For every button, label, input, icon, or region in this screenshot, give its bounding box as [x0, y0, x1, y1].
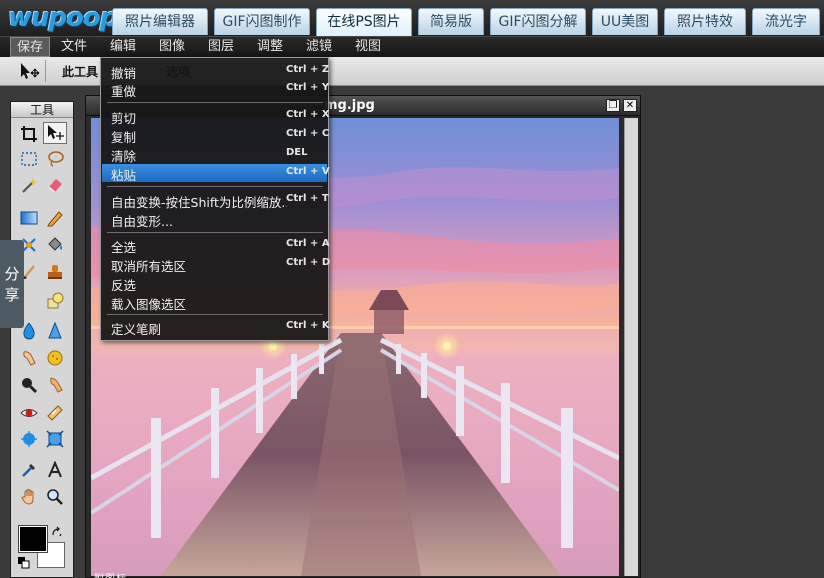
vertical-scrollbar[interactable]: [624, 118, 638, 576]
tab-simple[interactable]: 简易版: [418, 8, 484, 35]
liquify-icon[interactable]: [43, 428, 67, 450]
eyedropper-icon[interactable]: [17, 459, 41, 481]
menu-item-free-transform[interactable]: 自由变换-按住Shift为比例缩放... Ctrl + T: [102, 191, 329, 210]
menu-filter[interactable]: 滤镜: [299, 37, 339, 57]
menu-separator: [107, 102, 323, 103]
menu-item-free-distort[interactable]: 自由变形...: [102, 210, 327, 229]
menu-item-cut[interactable]: 剪切 Ctrl + X: [102, 107, 330, 126]
menu-item-copy[interactable]: 复制 Ctrl + C: [102, 126, 329, 145]
sponge-icon[interactable]: [43, 347, 67, 369]
menu-item-paste[interactable]: 粘贴 Ctrl + V: [102, 164, 330, 183]
menu-save[interactable]: 保存: [10, 37, 50, 57]
move-tool-indicator-icon: [16, 60, 46, 82]
menu-file[interactable]: 文件: [54, 37, 94, 57]
move-icon[interactable]: [43, 122, 67, 144]
crop-icon[interactable]: [17, 123, 41, 145]
menu-image[interactable]: 图像: [152, 37, 192, 57]
tab-gif-maker[interactable]: GIF闪图制作: [214, 8, 310, 35]
lasso-icon[interactable]: [43, 148, 67, 170]
edit-menu-dropdown: 撤销 Ctrl + Z 重做 Ctrl + Y 剪切 Ctrl + X 复制 C…: [100, 57, 330, 341]
menu-item-define-brush[interactable]: 定义笔刷 Ctrl + K: [102, 318, 330, 337]
menu-bar: 保存 文件 编辑 图像 图层 调整 滤镜 视图: [0, 36, 824, 57]
swap-colors-icon[interactable]: [51, 526, 63, 538]
menu-item-redo[interactable]: 重做 Ctrl + Y: [102, 80, 329, 99]
menu-view[interactable]: 视图: [348, 37, 388, 57]
paint-bucket-icon[interactable]: [43, 234, 67, 256]
stamp-icon[interactable]: [43, 261, 67, 283]
tab-photo-editor[interactable]: 照片编辑器: [112, 8, 208, 35]
burn-icon[interactable]: [43, 374, 67, 396]
zoom-icon[interactable]: [17, 374, 41, 396]
menu-separator: [107, 314, 323, 315]
menu-item-deselect[interactable]: 取消所有选区 Ctrl + D: [102, 255, 330, 274]
tab-gif-split[interactable]: GIF闪图分解: [490, 8, 586, 35]
eraser-icon[interactable]: [43, 174, 67, 196]
hand-icon[interactable]: [17, 486, 41, 508]
smudge-icon[interactable]: [17, 347, 41, 369]
magnifier-icon[interactable]: [43, 486, 67, 508]
site-header: wupoop 照片编辑器 GIF闪图制作 在线PS图片 简易版 GIF闪图分解 …: [0, 0, 824, 36]
red-eye-icon[interactable]: [17, 402, 41, 424]
shape-icon[interactable]: [43, 290, 67, 312]
default-colors-icon[interactable]: [18, 557, 30, 569]
patch-icon[interactable]: [43, 402, 67, 424]
marquee-icon[interactable]: [17, 148, 41, 170]
close-button[interactable]: ✕: [623, 99, 637, 112]
menu-layer[interactable]: 图层: [201, 37, 241, 57]
share-tab[interactable]: 分享: [0, 240, 24, 328]
menu-separator: [107, 186, 323, 187]
tab-flowing-text[interactable]: 流光字: [752, 8, 820, 35]
magic-wand-icon[interactable]: [17, 174, 41, 196]
tab-uu-meitu[interactable]: UU美图: [592, 8, 658, 35]
tools-panel-title: 工具: [11, 102, 73, 118]
tools-panel: 工具: [10, 101, 74, 578]
menu-item-load-selection[interactable]: 载入图像选区: [102, 293, 327, 312]
menu-adjust[interactable]: 调整: [250, 37, 290, 57]
restore-button[interactable]: ❐: [606, 99, 620, 112]
tab-online-ps[interactable]: 在线PS图片: [316, 8, 412, 36]
menu-separator: [107, 232, 323, 233]
sharpen-icon[interactable]: [43, 320, 67, 342]
status-text: 附图标: [94, 570, 127, 578]
menu-edit[interactable]: 编辑: [103, 37, 143, 57]
menu-item-undo[interactable]: 撤销 Ctrl + Z: [102, 62, 329, 81]
menu-item-select-all[interactable]: 全选 Ctrl + A: [102, 236, 330, 255]
document-title: mg.jpg: [324, 98, 375, 113]
color-replace-icon[interactable]: [17, 428, 41, 450]
site-logo[interactable]: wupoop: [8, 3, 118, 33]
pencil-icon[interactable]: [43, 207, 67, 229]
gradient-icon[interactable]: [17, 207, 41, 229]
text-icon[interactable]: [43, 459, 67, 481]
foreground-color-swatch[interactable]: [18, 525, 48, 553]
menu-item-clear[interactable]: 清除 DEL: [102, 145, 327, 164]
tab-photo-effects[interactable]: 照片特效: [664, 8, 746, 35]
menu-item-inverse[interactable]: 反选: [102, 274, 327, 293]
